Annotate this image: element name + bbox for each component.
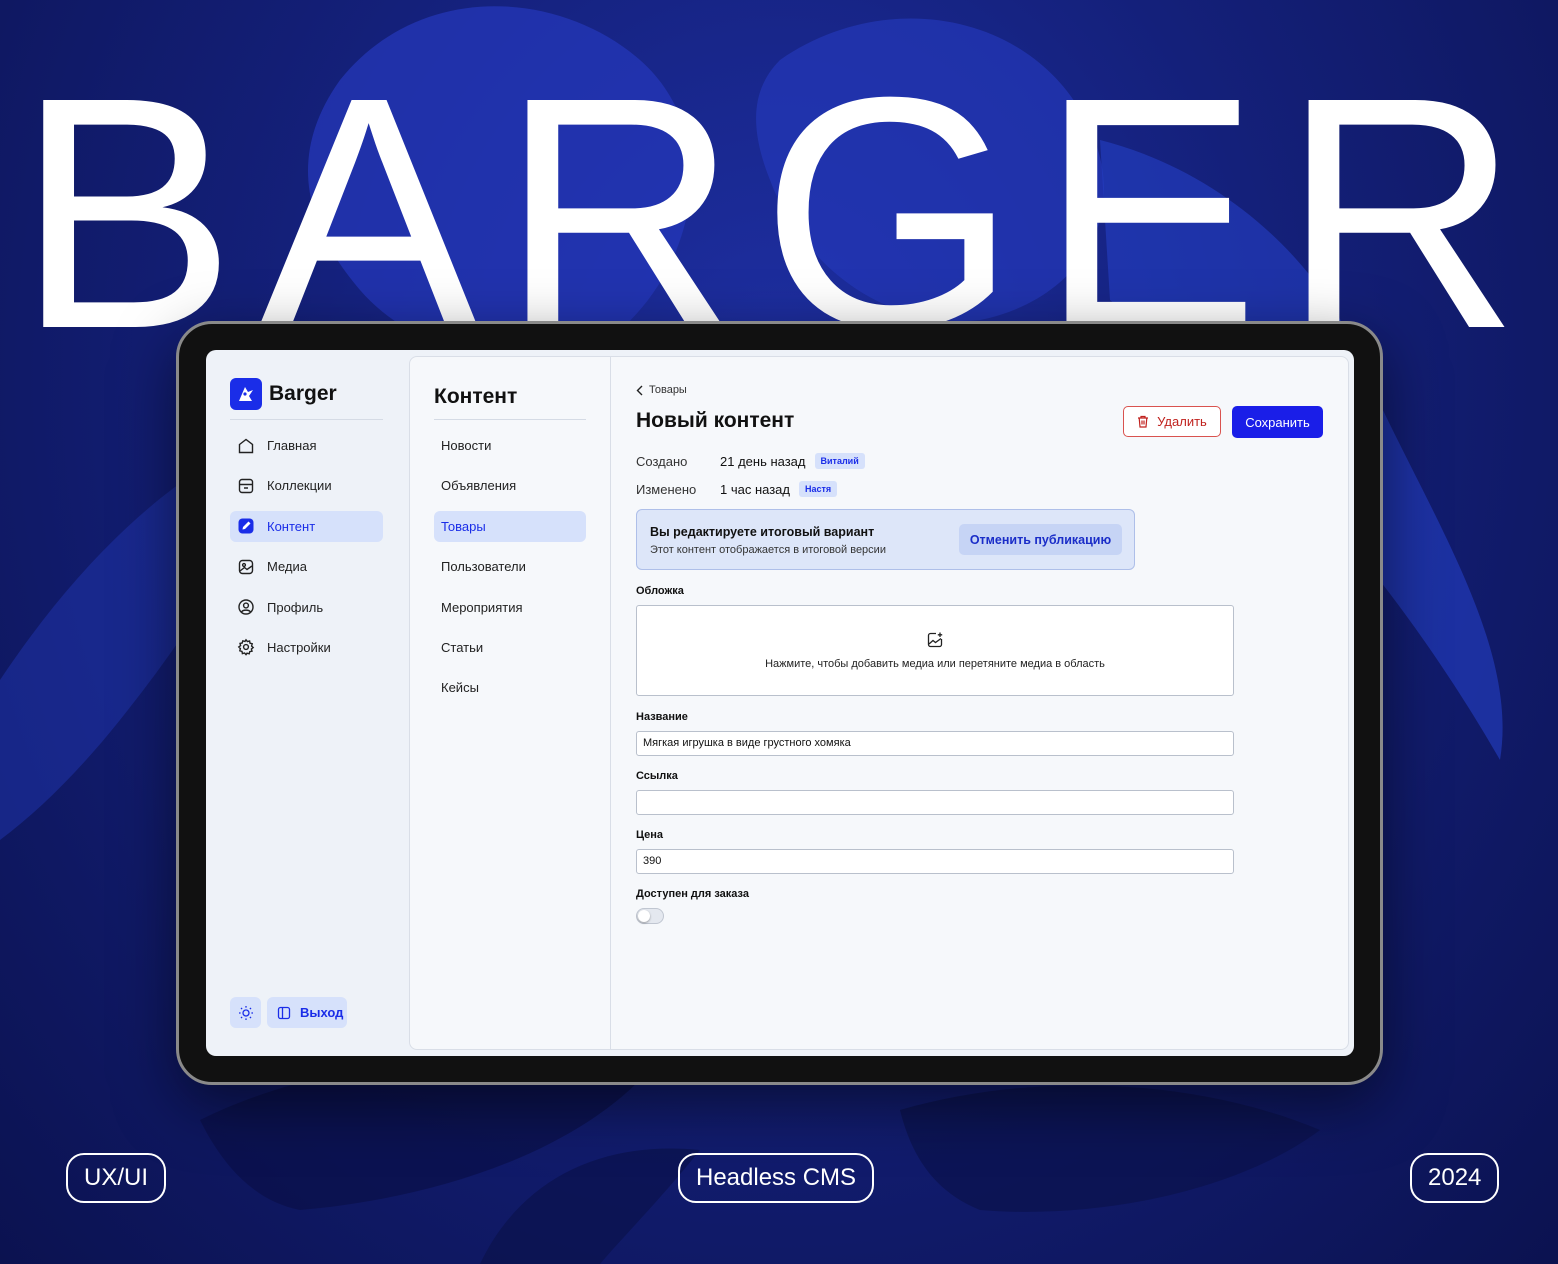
sidebar-divider [230, 419, 383, 420]
content-nav-item-products[interactable]: Товары [434, 510, 586, 542]
modified-value: 1 час назад [720, 481, 790, 497]
save-button[interactable]: Сохранить [1232, 406, 1323, 438]
created-label: Создано [636, 453, 688, 469]
sidebar-item-label: Главная [267, 438, 317, 453]
breadcrumb[interactable]: Товары [636, 384, 687, 396]
dropzone-hint: Нажмите, чтобы добавить медиа или перетя… [765, 658, 1105, 670]
sun-icon [238, 1005, 253, 1020]
price-input[interactable]: 390 [636, 849, 1234, 874]
content-icon [236, 516, 256, 536]
trash-icon [1137, 415, 1149, 428]
content-nav-item-cases[interactable]: Кейсы [434, 672, 586, 703]
theme-toggle-button[interactable] [230, 997, 261, 1028]
available-label: Доступен для заказа [636, 888, 749, 900]
tablet-frame: Barger Главная Коллекции Контент Медиа П… [176, 321, 1383, 1085]
content-nav-item-events[interactable]: Мероприятия [434, 592, 586, 623]
available-toggle[interactable] [636, 908, 664, 924]
sidebar-item-content[interactable]: Контент [230, 510, 383, 542]
created-row: Создано 21 день назад Виталий [636, 453, 865, 469]
content-nav-item-news[interactable]: Новости [434, 430, 586, 461]
sidebar-footer: Выход [230, 997, 347, 1028]
sidebar-item-label: Медиа [267, 559, 307, 575]
content-nav-item-users[interactable]: Пользователи [434, 551, 586, 582]
price-label: Цена [636, 829, 664, 841]
breadcrumb-label: Товары [649, 384, 687, 396]
cover-dropzone[interactable]: Нажмите, чтобы добавить медиа или перетя… [636, 605, 1234, 696]
modified-label: Изменено [636, 481, 697, 497]
app-screen: Barger Главная Коллекции Контент Медиа П… [206, 350, 1354, 1056]
delete-label: Удалить [1157, 414, 1207, 429]
created-value: 21 день назад [720, 453, 806, 469]
logo-text: Barger [269, 382, 337, 405]
link-label: Ссылка [636, 770, 678, 782]
toggle-knob [638, 910, 650, 922]
notice-subtitle: Этот контент отображается в итоговой вер… [650, 544, 886, 556]
unpublish-button[interactable]: Отменить публикацию [959, 524, 1122, 555]
content-collections-column: Контент Новости Объявления Товары Пользо… [410, 357, 611, 1049]
link-input[interactable] [636, 790, 1234, 815]
page-title: Новый контент [636, 409, 795, 432]
logout-button[interactable]: Выход [267, 997, 347, 1028]
modified-user-badge[interactable]: Настя [799, 481, 838, 497]
sidebar-item-home[interactable]: Главная [230, 430, 383, 461]
cover-label: Обложка [636, 585, 684, 597]
sidebar-nav: Главная Коллекции Контент Медиа Профиль … [230, 430, 383, 672]
content-nav-divider [434, 419, 586, 420]
chevron-left-icon [636, 385, 643, 396]
tag-year: 2024 [1410, 1153, 1500, 1203]
sidebar-item-settings[interactable]: Настройки [230, 632, 383, 663]
modified-row: Изменено 1 час назад Настя [636, 481, 838, 497]
sidebar-item-label: Коллекции [267, 478, 332, 494]
logout-icon [277, 1006, 291, 1020]
logo-mark-icon [230, 378, 262, 410]
editor: Товары Новый контент Удалить Сохранить С… [612, 357, 1348, 1049]
tag-uxui: UX/UI [66, 1153, 167, 1203]
main-panel: Контент Новости Объявления Товары Пользо… [409, 356, 1349, 1050]
sidebar-item-label: Профиль [267, 599, 324, 615]
name-label: Название [636, 711, 688, 723]
delete-button[interactable]: Удалить [1123, 406, 1221, 437]
home-icon [236, 436, 256, 456]
content-nav-title: Контент [434, 385, 518, 408]
sidebar-item-media[interactable]: Медиа [230, 551, 383, 582]
add-image-icon [926, 631, 944, 649]
sidebar-item-collections[interactable]: Коллекции [230, 470, 383, 501]
created-user-badge[interactable]: Виталий [814, 453, 865, 469]
collections-icon [236, 476, 256, 496]
profile-icon [236, 597, 256, 617]
name-input[interactable]: Мягкая игрушка в виде грустного хомяка [636, 731, 1234, 756]
sidebar-item-label: Настройки [267, 639, 331, 655]
sidebar-item-profile[interactable]: Профиль [230, 592, 383, 623]
content-nav-item-announcements[interactable]: Объявления [434, 470, 586, 501]
tag-headless-cms: Headless CMS [678, 1153, 875, 1203]
sidebar-item-label: Контент [267, 518, 316, 534]
publish-notice: Вы редактируете итоговый вариант Этот ко… [636, 509, 1135, 570]
sidebar: Barger Главная Коллекции Контент Медиа П… [206, 350, 408, 1056]
media-icon [236, 557, 256, 577]
content-nav-item-articles[interactable]: Статьи [434, 632, 586, 663]
logout-label: Выход [300, 1005, 344, 1020]
app-logo[interactable]: Barger [230, 378, 337, 410]
settings-icon [236, 637, 256, 657]
notice-title: Вы редактируете итоговый вариант [650, 525, 875, 539]
content-nav-list: Новости Объявления Товары Пользователи М… [434, 430, 586, 713]
